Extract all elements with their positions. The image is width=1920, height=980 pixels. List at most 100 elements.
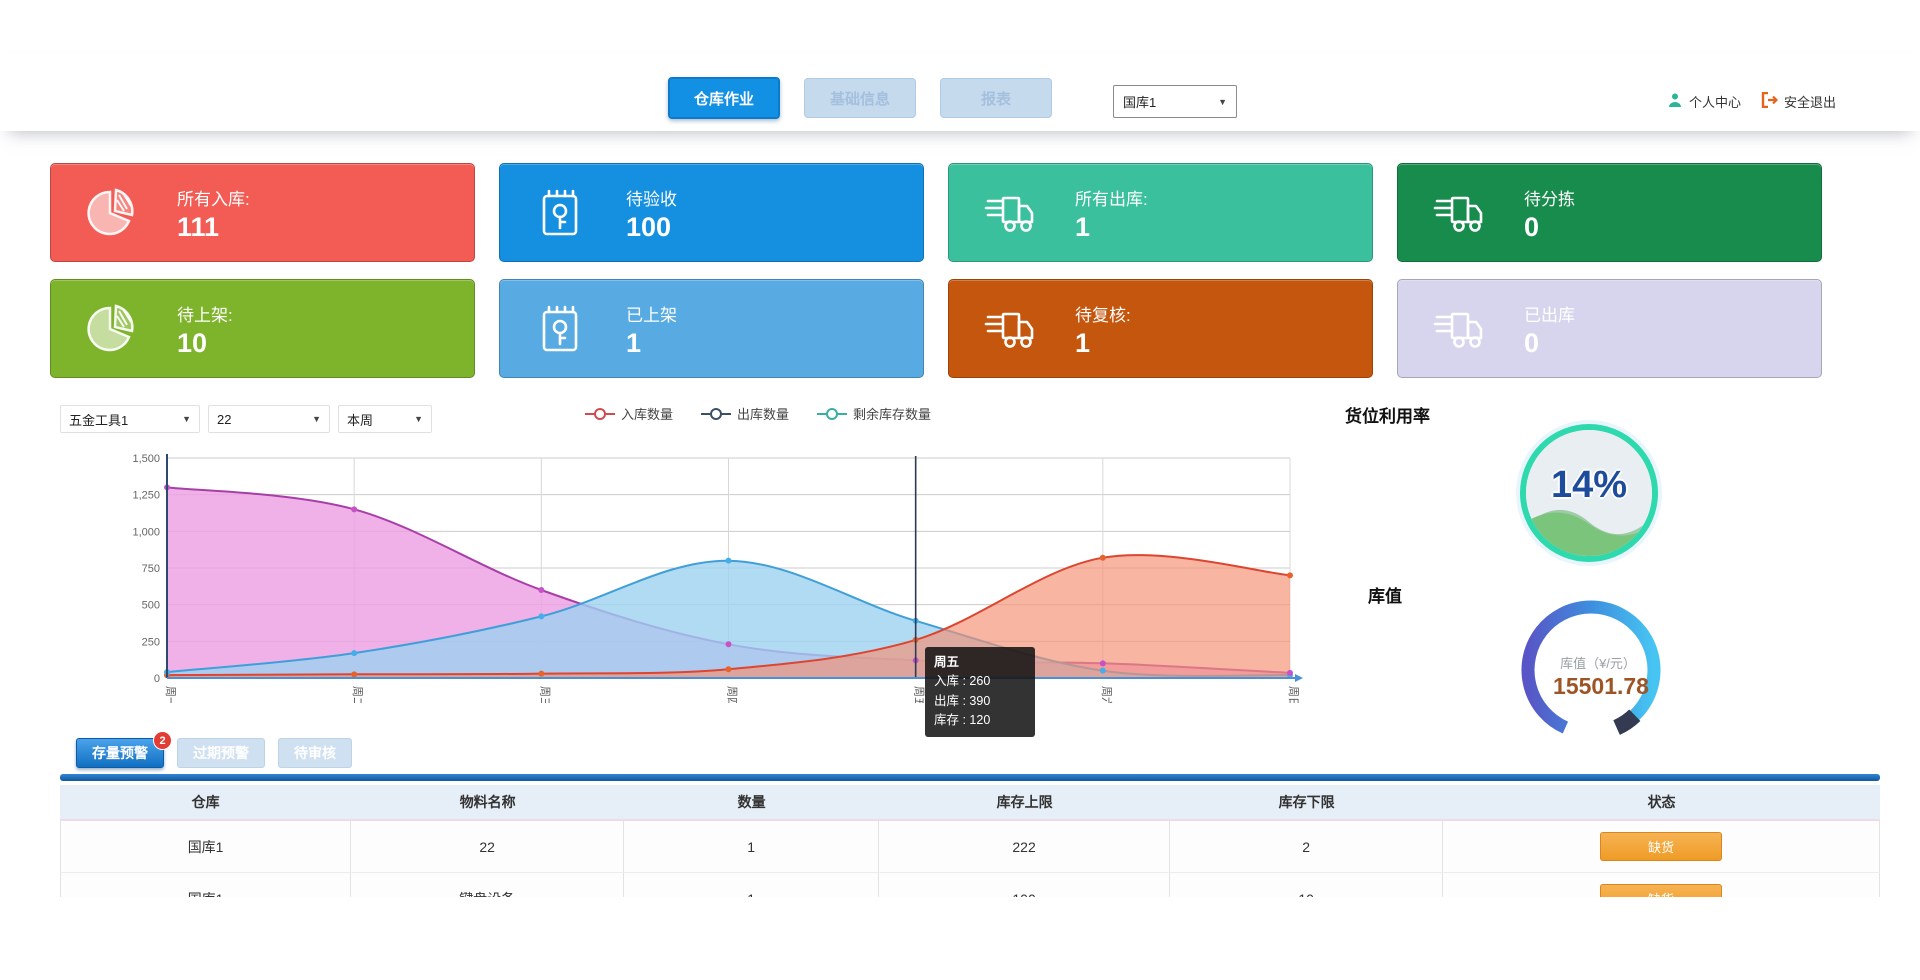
card-value: 1 — [626, 330, 677, 357]
card-shelved[interactable]: 已上架 1 — [499, 279, 924, 378]
logout-label: 安全退出 — [1784, 92, 1836, 111]
material-category-select[interactable]: 五金工具1 ▼ — [60, 405, 200, 433]
chevron-down-icon: ▼ — [312, 414, 321, 424]
status-cell: 缺货 — [1443, 873, 1880, 897]
status-out-of-stock-button[interactable]: 缺货 — [1600, 884, 1722, 897]
clipboard-icon — [532, 184, 590, 242]
nav-tab-basic-info[interactable]: 基础信息 — [804, 78, 916, 118]
card-value: 10 — [177, 330, 233, 357]
column-header: 库存下限 — [1170, 785, 1443, 819]
card-all-inbound[interactable]: 所有入库: 111 — [50, 163, 475, 262]
table-cell: 1 — [624, 873, 879, 897]
card-pending-inspection[interactable]: 待验收 100 — [499, 163, 924, 262]
card-outbound-done[interactable]: 已出库 0 — [1397, 279, 1822, 378]
alert-tabs: 存量预警 2 过期预警 待审核 — [76, 738, 352, 768]
tooltip-day: 周五 — [934, 653, 1026, 672]
tab-expiry-alert[interactable]: 过期预警 — [177, 738, 265, 768]
card-label: 待分拣 — [1524, 185, 1575, 210]
logout-link[interactable]: 安全退出 — [1761, 92, 1836, 111]
svg-text:周六: 周六 — [1100, 686, 1113, 703]
card-label: 所有出库: — [1075, 185, 1148, 210]
svg-text:1,500: 1,500 — [132, 453, 160, 465]
tab-label: 待审核 — [294, 743, 336, 763]
period-select[interactable]: 本周 ▼ — [338, 405, 432, 433]
stock-alert-table: 仓库物料名称数量库存上限库存下限状态 国库12212222缺货国库1键盘设备11… — [60, 785, 1880, 897]
pie-chart-icon — [83, 300, 141, 358]
stock-value-gauge: 库值（¥/元） 15501.78 — [1505, 588, 1677, 756]
chart-legend: 入库数量 出库数量 剩余库存数量 — [585, 404, 931, 423]
truck-icon — [1430, 300, 1488, 358]
card-label: 所有入库: — [177, 185, 250, 210]
card-value: 111 — [177, 214, 250, 241]
card-value: 100 — [626, 214, 677, 241]
table-top-divider — [60, 774, 1880, 781]
svg-text:500: 500 — [142, 600, 160, 612]
utilization-gauge: 14% — [1520, 424, 1658, 562]
period-value: 本周 — [347, 410, 373, 429]
card-pending-shelving[interactable]: 待上架: 10 — [50, 279, 475, 378]
alert-count-badge: 2 — [153, 731, 172, 750]
svg-text:周三: 周三 — [538, 686, 551, 703]
legend-item[interactable]: 入库数量 — [585, 404, 673, 423]
table-cell: 222 — [879, 821, 1170, 872]
card-all-outbound[interactable]: 所有出库: 1 — [948, 163, 1373, 262]
card-pending-recheck[interactable]: 待复核: 1 — [948, 279, 1373, 378]
table-cell: 2 — [1170, 821, 1443, 872]
nav-tab-warehouse-ops[interactable]: 仓库作业 — [668, 77, 780, 119]
profile-link[interactable]: 个人中心 — [1667, 92, 1741, 111]
svg-text:250: 250 — [142, 636, 160, 648]
tab-stock-alert[interactable]: 存量预警 2 — [76, 738, 164, 768]
table-cell: 国库1 — [60, 821, 351, 872]
card-label: 已出库 — [1524, 301, 1575, 326]
stat-cards: 所有入库: 111 待验收 100 所有出库: 1 — [50, 163, 1822, 378]
table-cell: 22 — [351, 821, 624, 872]
svg-text:750: 750 — [142, 563, 160, 575]
utilization-title: 货位利用率 — [1345, 402, 1430, 427]
warehouse-select[interactable]: 国库1 ▼ — [1113, 85, 1237, 118]
chevron-down-icon: ▼ — [414, 414, 423, 424]
truck-icon — [1430, 184, 1488, 242]
tooltip-outbound: 出库 : 390 — [934, 692, 1026, 711]
truck-icon — [981, 300, 1039, 358]
svg-text:0: 0 — [154, 673, 160, 685]
tab-pending-review[interactable]: 待审核 — [278, 738, 352, 768]
legend-item[interactable]: 出库数量 — [701, 404, 789, 423]
table-cell: 键盘设备 — [351, 873, 624, 897]
svg-text:1,000: 1,000 — [132, 526, 160, 538]
table-cell: 100 — [879, 873, 1170, 897]
logout-icon — [1761, 92, 1778, 111]
table-row: 国库12212222缺货 — [60, 821, 1880, 873]
column-header: 数量 — [624, 785, 879, 819]
column-header: 仓库 — [60, 785, 351, 819]
tooltip-stock: 库存 : 120 — [934, 711, 1026, 730]
chart-tooltip: 周五 入库 : 260 出库 : 390 库存 : 120 — [925, 647, 1035, 737]
svg-text:周日: 周日 — [1287, 686, 1300, 703]
material-select[interactable]: 22 ▼ — [208, 405, 330, 433]
legend-ring-icon — [701, 408, 731, 420]
legend-item[interactable]: 剩余库存数量 — [817, 404, 931, 423]
table-cell: 国库1 — [60, 873, 351, 897]
legend-ring-icon — [585, 408, 615, 420]
material-category-value: 五金工具1 — [69, 410, 128, 429]
stock-value-title: 库值 — [1368, 582, 1402, 607]
card-pending-sorting[interactable]: 待分拣 0 — [1397, 163, 1822, 262]
material-value: 22 — [217, 412, 231, 427]
stock-trend-chart[interactable]: 02505007501,0001,2501,500周一周二周三周四周五周六周日 — [105, 448, 1310, 708]
user-menu: 个人中心 安全退出 — [1667, 92, 1836, 111]
utilization-value: 14% — [1526, 464, 1652, 507]
nav-tab-reports[interactable]: 报表 — [940, 78, 1052, 118]
svg-text:周二: 周二 — [351, 686, 364, 703]
warehouse-select-value: 国库1 — [1123, 92, 1156, 111]
column-header: 物料名称 — [351, 785, 624, 819]
table-cell: 1 — [624, 821, 879, 872]
stock-value-number: 15501.78 — [1553, 673, 1649, 699]
svg-text:周五: 周五 — [913, 686, 926, 703]
svg-text:1,250: 1,250 — [132, 490, 160, 502]
column-header: 状态 — [1443, 785, 1880, 819]
status-cell: 缺货 — [1443, 821, 1880, 872]
chevron-down-icon: ▼ — [182, 414, 191, 424]
status-out-of-stock-button[interactable]: 缺货 — [1600, 832, 1722, 861]
card-label: 待验收 — [626, 185, 677, 210]
legend-ring-icon — [817, 408, 847, 420]
profile-label: 个人中心 — [1689, 92, 1741, 111]
